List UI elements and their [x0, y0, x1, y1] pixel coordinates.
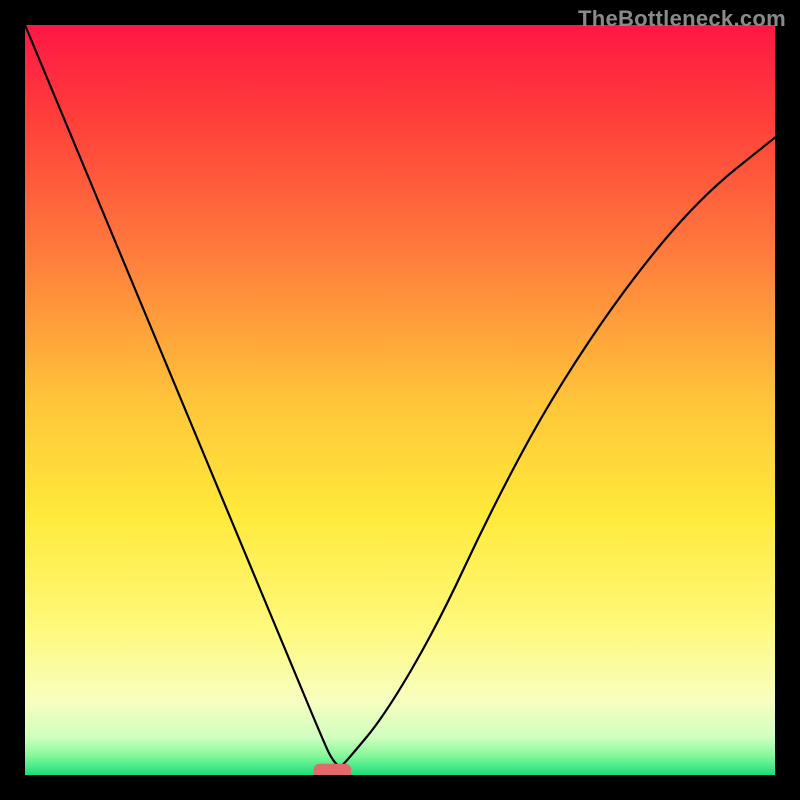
watermark-text: TheBottleneck.com [578, 6, 786, 32]
chart-svg [25, 25, 775, 775]
gradient-background [25, 25, 775, 775]
chart-plot-area [25, 25, 775, 775]
chart-frame: TheBottleneck.com [0, 0, 800, 800]
min-marker [314, 764, 352, 775]
